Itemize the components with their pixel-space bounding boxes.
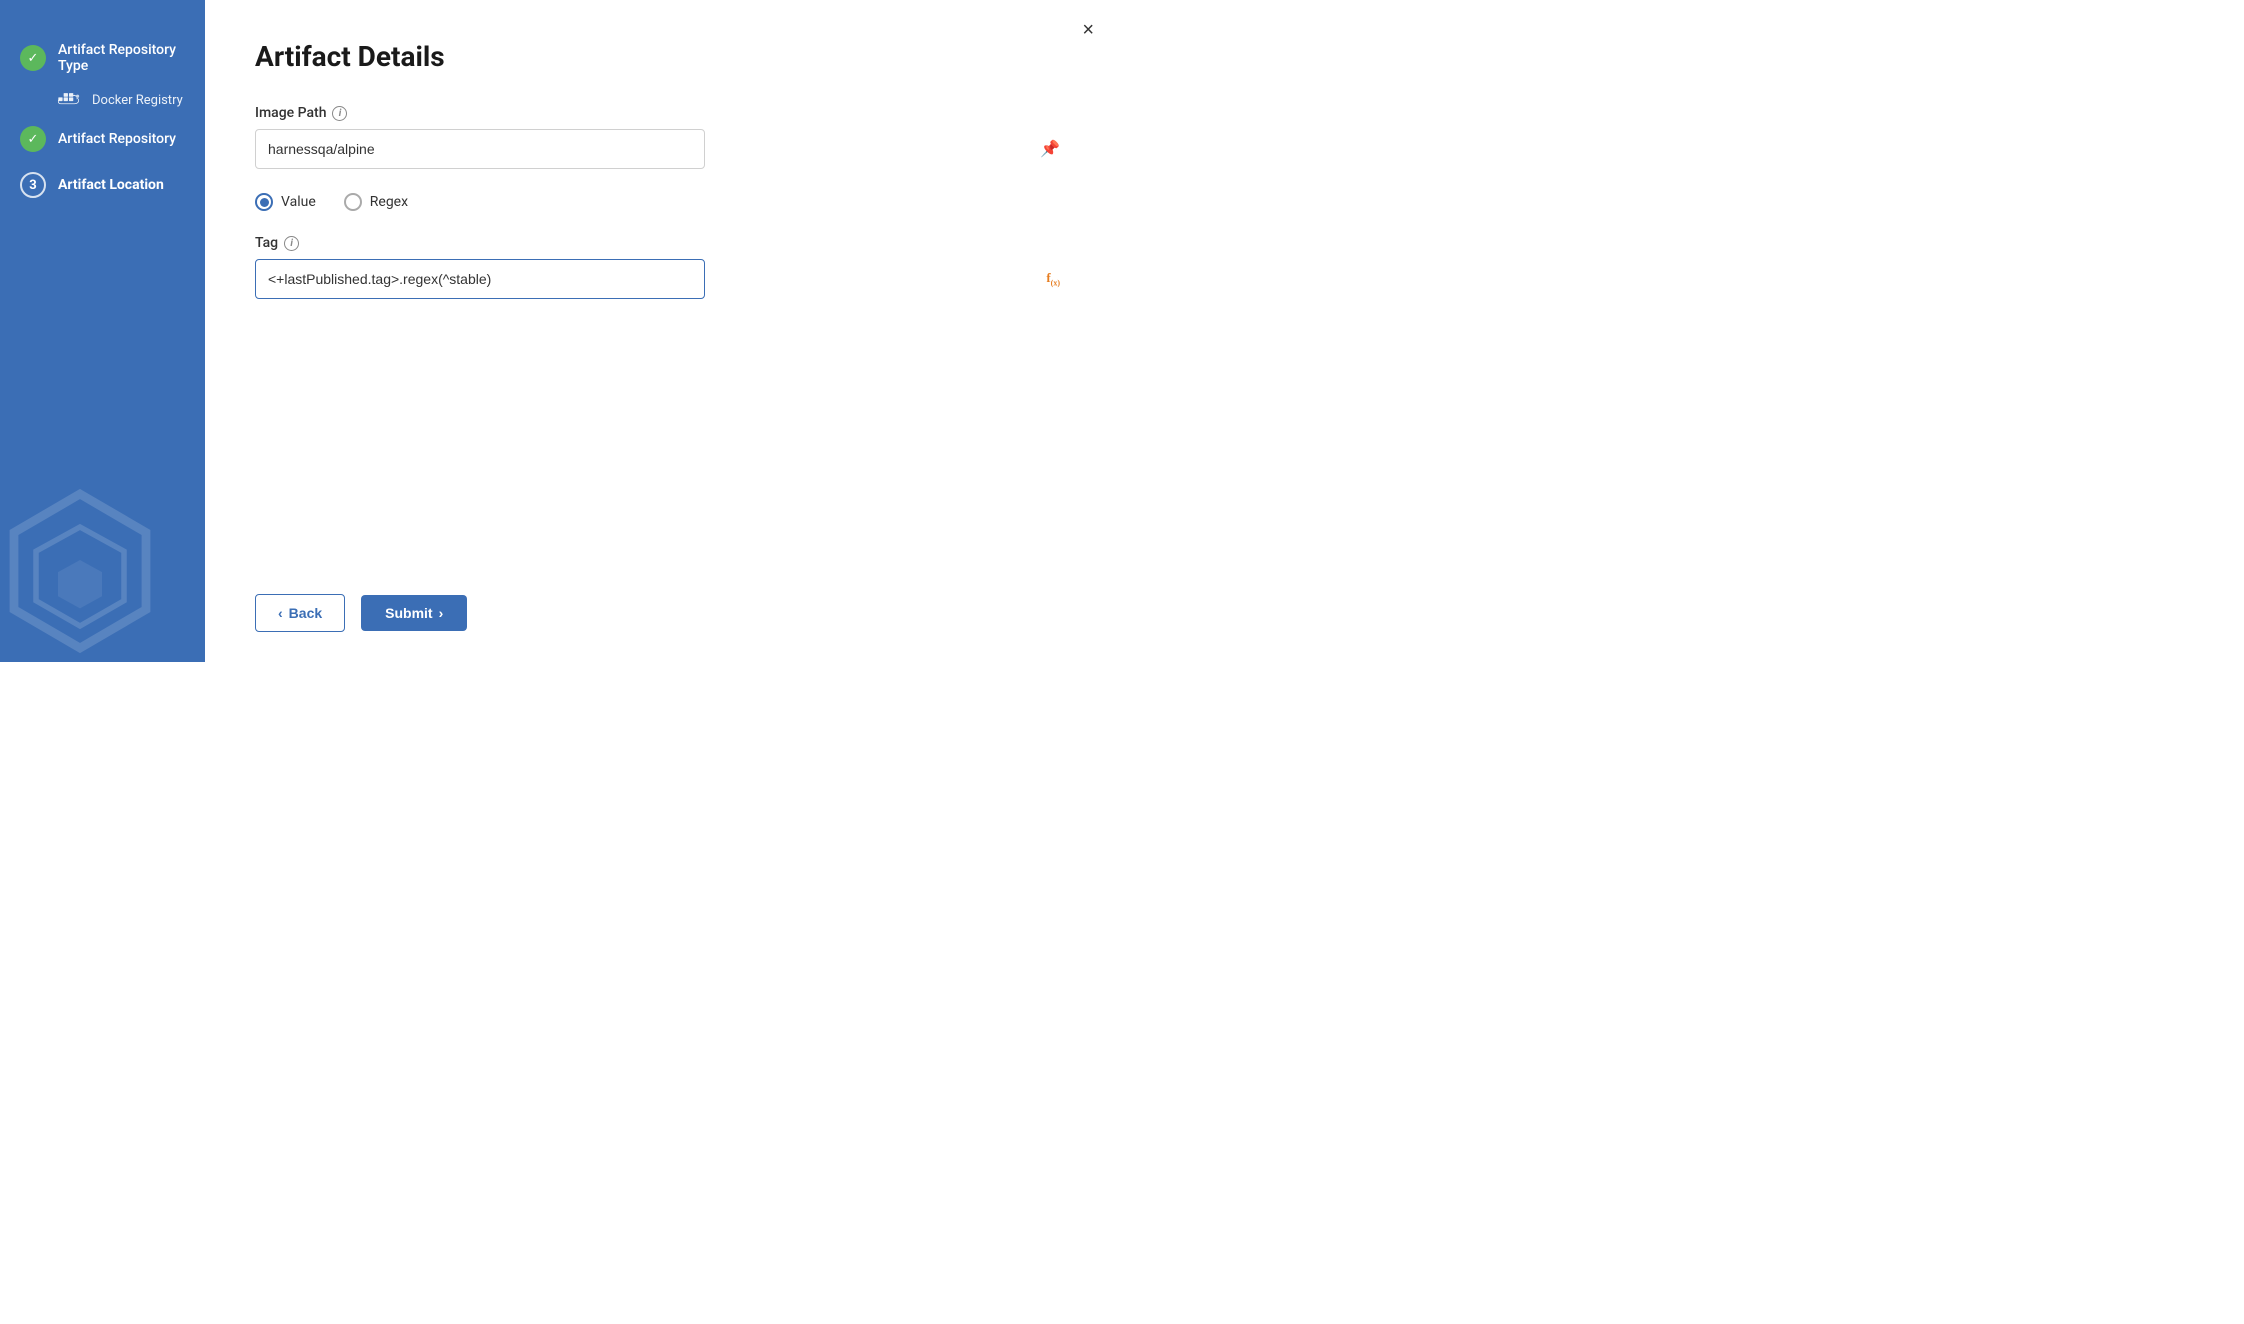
submit-chevron-icon: › xyxy=(439,605,444,621)
docker-registry-label: Docker Registry xyxy=(92,93,183,108)
back-button[interactable]: ‹ Back xyxy=(255,594,345,632)
sidebar-item-label-3: Artifact Location xyxy=(58,177,164,193)
tag-label: Tag i xyxy=(255,235,1072,251)
footer: ‹ Back Submit › xyxy=(205,574,1122,662)
main-content: × Artifact Details Image Path i 📌 Value xyxy=(205,0,1122,662)
image-path-label: Image Path i xyxy=(255,105,1072,121)
tag-input-wrapper: f(x) xyxy=(255,259,1072,299)
tag-info-icon[interactable]: i xyxy=(284,236,299,251)
radio-value-label: Value xyxy=(281,194,316,210)
fx-button[interactable]: f(x) xyxy=(1042,266,1064,292)
submit-button[interactable]: Submit › xyxy=(361,595,467,631)
image-path-input-wrapper: 📌 xyxy=(255,129,1072,169)
sidebar-watermark xyxy=(0,472,190,662)
sidebar-item-label-2: Artifact Repository xyxy=(58,131,176,147)
image-path-info-icon[interactable]: i xyxy=(332,106,347,121)
content-area: Artifact Details Image Path i 📌 Value xyxy=(205,0,1122,574)
step-check-icon: ✓ xyxy=(20,45,46,71)
image-path-input[interactable] xyxy=(255,129,705,169)
submit-label: Submit xyxy=(385,605,432,621)
tag-group: Tag i f(x) xyxy=(255,235,1072,299)
sidebar-item-docker-registry[interactable]: Docker Registry xyxy=(0,84,205,116)
back-label: Back xyxy=(289,605,322,621)
page-title: Artifact Details xyxy=(255,40,1072,73)
sidebar-item-artifact-repository[interactable]: ✓ Artifact Repository xyxy=(0,116,205,162)
docker-icon xyxy=(58,92,80,108)
radio-value-circle xyxy=(255,193,273,211)
back-chevron-icon: ‹ xyxy=(278,605,283,621)
close-button[interactable]: × xyxy=(1074,16,1102,44)
radio-regex-label: Regex xyxy=(370,194,408,210)
sidebar: ✓ Artifact Repository Type Docker Regist… xyxy=(0,0,205,662)
fx-icon: f(x) xyxy=(1046,270,1060,288)
radio-group: Value Regex xyxy=(255,193,1072,211)
pin-button[interactable]: 📌 xyxy=(1036,135,1064,163)
step-number-icon: 3 xyxy=(20,172,46,198)
pin-icon: 📌 xyxy=(1040,139,1060,159)
sidebar-item-artifact-location[interactable]: 3 Artifact Location xyxy=(0,162,205,208)
step-check-2-icon: ✓ xyxy=(20,126,46,152)
tag-input[interactable] xyxy=(255,259,705,299)
radio-regex-option[interactable]: Regex xyxy=(344,193,408,211)
radio-value-option[interactable]: Value xyxy=(255,193,316,211)
radio-regex-circle xyxy=(344,193,362,211)
sidebar-item-label: Artifact Repository Type xyxy=(58,42,185,74)
image-path-group: Image Path i 📌 xyxy=(255,105,1072,169)
sidebar-item-artifact-repository-type[interactable]: ✓ Artifact Repository Type xyxy=(0,32,205,84)
